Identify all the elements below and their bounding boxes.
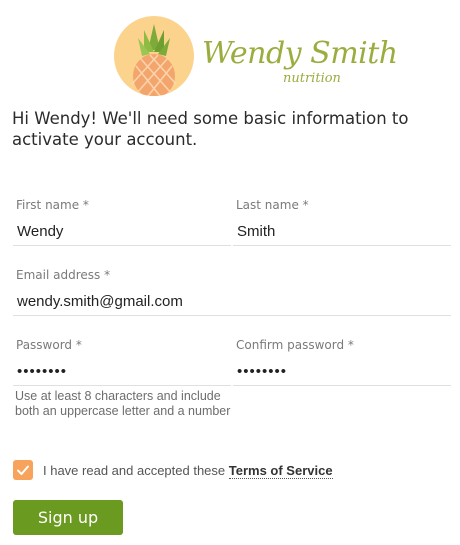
last-name-input[interactable] (233, 218, 451, 246)
brand-tagline: nutrition (283, 71, 341, 86)
intro-text: Hi Wendy! We'll need some basic informat… (12, 109, 409, 149)
brand-logo: Wendy Smith nutrition (114, 14, 398, 96)
brand-name: Wendy Smith (202, 36, 398, 71)
sign-up-button[interactable]: Sign up (13, 500, 123, 535)
password-label: Password * (16, 338, 82, 352)
pineapple-icon (114, 16, 194, 96)
password-input[interactable] (13, 358, 231, 386)
last-name-label: Last name * (236, 198, 309, 212)
confirm-password-label: Confirm password * (236, 338, 354, 352)
first-name-field: First name * (13, 196, 231, 246)
password-hint: Use at least 8 characters and include bo… (15, 389, 231, 418)
password-field: Password * (13, 336, 231, 386)
terms-of-service-link[interactable]: Terms of Service (228, 462, 333, 479)
confirm-password-input[interactable] (233, 358, 451, 386)
signup-page: Wendy Smith nutrition Hi Wendy! We'll ne… (0, 0, 460, 545)
terms-row: I have read and accepted these Terms of … (13, 459, 333, 481)
terms-checkbox[interactable] (13, 460, 33, 480)
confirm-password-field: Confirm password * (233, 336, 451, 386)
email-field: Email address * (13, 266, 451, 316)
terms-prefix: I have read and accepted these (43, 462, 229, 478)
terms-text: I have read and accepted these Terms of … (43, 462, 333, 479)
email-label: Email address * (16, 268, 111, 282)
first-name-label: First name * (16, 198, 89, 212)
email-input[interactable] (13, 288, 451, 316)
last-name-field: Last name * (233, 196, 451, 246)
checkmark-icon (17, 465, 29, 475)
first-name-input[interactable] (13, 218, 231, 246)
